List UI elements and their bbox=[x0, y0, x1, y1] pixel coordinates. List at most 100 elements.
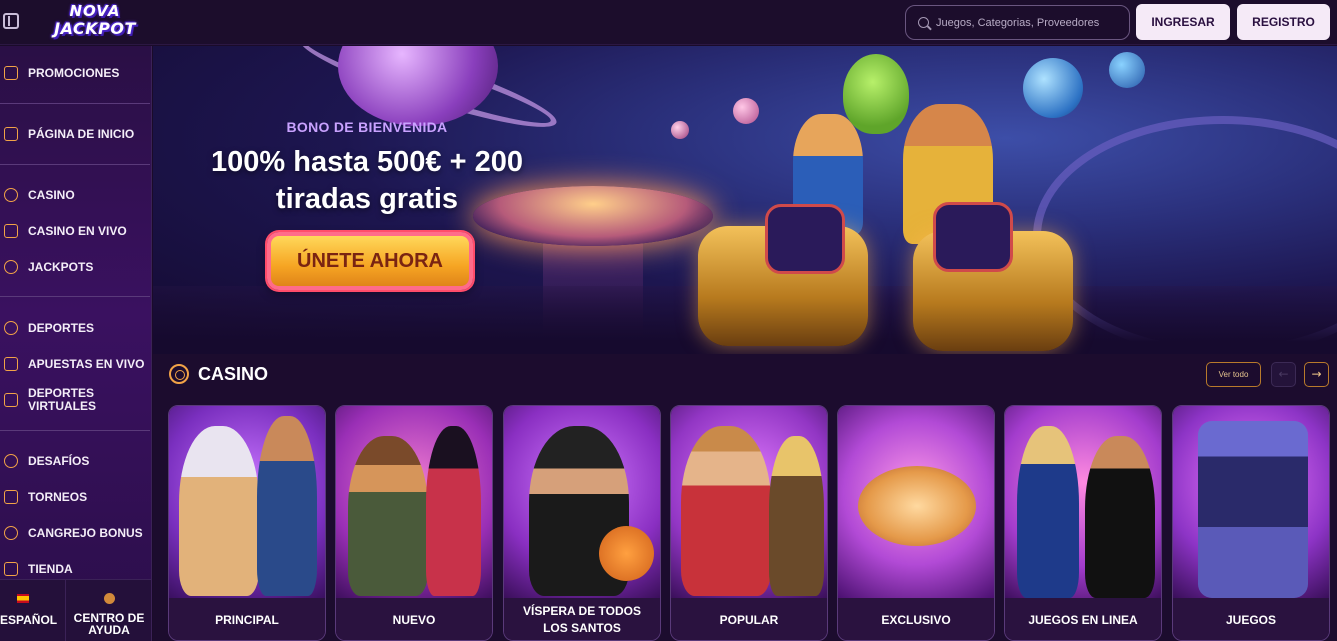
logo[interactable]: NOVA JACKPOT bbox=[44, 3, 146, 39]
sidebar-divider bbox=[0, 164, 150, 165]
card-art bbox=[504, 406, 660, 598]
crown-figure bbox=[858, 466, 976, 546]
card-art bbox=[1005, 406, 1161, 598]
sidebar-item-label: JACKPOTS bbox=[28, 259, 94, 274]
sidebar-item-label: PÁGINA DE INICIO bbox=[28, 126, 135, 141]
sidebar-item-label: CASINO bbox=[28, 187, 75, 202]
sidebar-item-label: DEPORTES bbox=[28, 320, 95, 335]
arrow-screen-right bbox=[933, 202, 1013, 272]
sidebar-item-deportes-virtuales[interactable]: DEPORTES VIRTUALES bbox=[0, 385, 150, 415]
category-cards: PRINCIPAL NUEVO VÍSPERA DE TODOS LOS SAN… bbox=[168, 405, 1337, 641]
chip-icon bbox=[4, 188, 18, 202]
category-card-principal[interactable]: PRINCIPAL bbox=[168, 405, 326, 641]
join-now-button[interactable]: ÚNETE AHORA bbox=[267, 232, 473, 290]
store-icon bbox=[4, 562, 18, 576]
sidebar-item-label: DEPORTES VIRTUALES bbox=[28, 386, 97, 413]
medal-icon bbox=[4, 454, 18, 468]
card-label: POPULAR bbox=[671, 598, 827, 640]
category-card-exclusivo[interactable]: EXCLUSIVO bbox=[837, 405, 995, 641]
sidebar-item-label: PROMOCIONES bbox=[28, 65, 120, 80]
sidebar-item-label: TORNEOS bbox=[28, 489, 88, 504]
play-icon bbox=[4, 357, 18, 371]
card-art bbox=[671, 406, 827, 598]
seven-icon bbox=[4, 260, 18, 274]
sidebar: PROMOCIONES PÁGINA DE INICIO CASINO CASI… bbox=[0, 46, 152, 641]
woman-figure bbox=[426, 426, 481, 596]
trophy-icon bbox=[4, 490, 18, 504]
cowgirl-figure bbox=[769, 436, 824, 596]
category-card-popular[interactable]: POPULAR bbox=[670, 405, 828, 641]
sidebar-item-promociones[interactable]: PROMOCIONES bbox=[0, 58, 150, 88]
register-button[interactable]: REGISTRO bbox=[1237, 4, 1330, 40]
sidebar-item-cangrejo-bonus[interactable]: CANGREJO BONUS bbox=[0, 518, 150, 548]
sidebar-item-jackpots[interactable]: JACKPOTS bbox=[0, 252, 150, 282]
sidebar-item-torneos[interactable]: TORNEOS bbox=[0, 482, 150, 512]
spain-flag-icon bbox=[17, 594, 29, 603]
sidebar-divider bbox=[0, 430, 150, 431]
sidebar-item-label: CANGREJO BONUS bbox=[28, 525, 143, 540]
card-label: EXCLUSIVO bbox=[838, 598, 994, 640]
card-label: JUEGOS EN LINEA bbox=[1005, 598, 1161, 640]
logo-text-line1: NOVA bbox=[69, 2, 121, 20]
help-center-button[interactable]: CENTRO DE AYUDA bbox=[66, 580, 151, 641]
search-input[interactable] bbox=[936, 12, 1124, 34]
card-label: PRINCIPAL bbox=[169, 598, 325, 640]
view-all-button[interactable]: Ver todo bbox=[1206, 362, 1261, 387]
sidebar-item-apuestas-en-vivo[interactable]: APUESTAS EN VIVO bbox=[0, 349, 150, 379]
bonus-title: 100% hasta 500€ + 200 tiradas gratis bbox=[211, 146, 523, 215]
explorer-figure bbox=[348, 436, 428, 596]
sidebar-item-label: DESAFÍOS bbox=[28, 453, 90, 468]
pumpkin-figure bbox=[599, 526, 654, 581]
planet-decoration bbox=[1109, 52, 1145, 88]
search-box[interactable] bbox=[905, 5, 1130, 40]
sidebar-toggle-icon[interactable] bbox=[3, 13, 19, 29]
help-icon bbox=[104, 593, 115, 604]
next-arrow-button[interactable]: → bbox=[1304, 362, 1329, 387]
card-art bbox=[336, 406, 492, 598]
sidebar-item-label: CASINO EN VIVO bbox=[28, 223, 127, 238]
arrow-screen-left bbox=[765, 204, 845, 274]
language-label: ESPAÑOL bbox=[0, 613, 58, 627]
card-label: JUEGOS bbox=[1173, 598, 1329, 640]
sidebar-footer: ESPAÑOL CENTRO DE AYUDA bbox=[0, 579, 151, 641]
top-header: NOVA JACKPOT INGRESAR REGISTRO bbox=[0, 0, 1337, 45]
dealer-figure bbox=[1085, 436, 1155, 598]
planet-decoration bbox=[733, 98, 759, 124]
sidebar-item-label: APUESTAS EN VIVO bbox=[28, 356, 145, 371]
sidebar-item-desafios[interactable]: DESAFÍOS bbox=[0, 446, 150, 476]
category-card-nuevo[interactable]: NUEVO bbox=[335, 405, 493, 641]
prev-arrow-button[interactable]: ← bbox=[1271, 362, 1296, 387]
zeus-figure bbox=[179, 426, 259, 596]
home-icon bbox=[4, 127, 18, 141]
category-card-juegos[interactable]: JUEGOS bbox=[1172, 405, 1330, 641]
spade-icon bbox=[4, 224, 18, 238]
card-art bbox=[838, 406, 994, 598]
category-card-juegos-en-linea[interactable]: JUEGOS EN LINEA bbox=[1004, 405, 1162, 641]
sidebar-item-deportes[interactable]: DEPORTES bbox=[0, 313, 150, 343]
casino-section: CASINO Ver todo ← → PRINCIPAL NUEVO VÍSP… bbox=[153, 354, 1337, 641]
help-label: CENTRO DE AYUDA bbox=[73, 611, 145, 637]
card-art bbox=[1173, 406, 1329, 598]
ball-icon bbox=[4, 321, 18, 335]
cowboy-figure bbox=[681, 426, 771, 596]
login-button[interactable]: INGRESAR bbox=[1136, 4, 1230, 40]
logo-text-line2: JACKPOT bbox=[54, 19, 136, 38]
sidebar-item-casino[interactable]: CASINO bbox=[0, 180, 150, 210]
search-icon bbox=[918, 17, 929, 28]
card-label: NUEVO bbox=[336, 598, 492, 640]
language-selector[interactable]: ESPAÑOL bbox=[0, 580, 66, 641]
sidebar-divider bbox=[0, 296, 150, 297]
hero-banner[interactable]: BONO DE BIENVENIDA 100% hasta 500€ + 200… bbox=[153, 46, 1337, 354]
gift-icon bbox=[4, 66, 18, 80]
planet-decoration bbox=[671, 121, 689, 139]
chip-icon bbox=[169, 364, 189, 384]
section-title: CASINO bbox=[198, 364, 269, 384]
card-label: VÍSPERA DE TODOS LOS SANTOS bbox=[504, 598, 660, 640]
sidebar-divider bbox=[0, 103, 150, 104]
sidebar-item-inicio[interactable]: PÁGINA DE INICIO bbox=[0, 119, 150, 149]
man-figure bbox=[257, 416, 317, 596]
category-card-vispera[interactable]: VÍSPERA DE TODOS LOS SANTOS bbox=[503, 405, 661, 641]
planet-decoration bbox=[1023, 58, 1083, 118]
sidebar-item-casino-en-vivo[interactable]: CASINO EN VIVO bbox=[0, 216, 150, 246]
card-art bbox=[169, 406, 325, 598]
